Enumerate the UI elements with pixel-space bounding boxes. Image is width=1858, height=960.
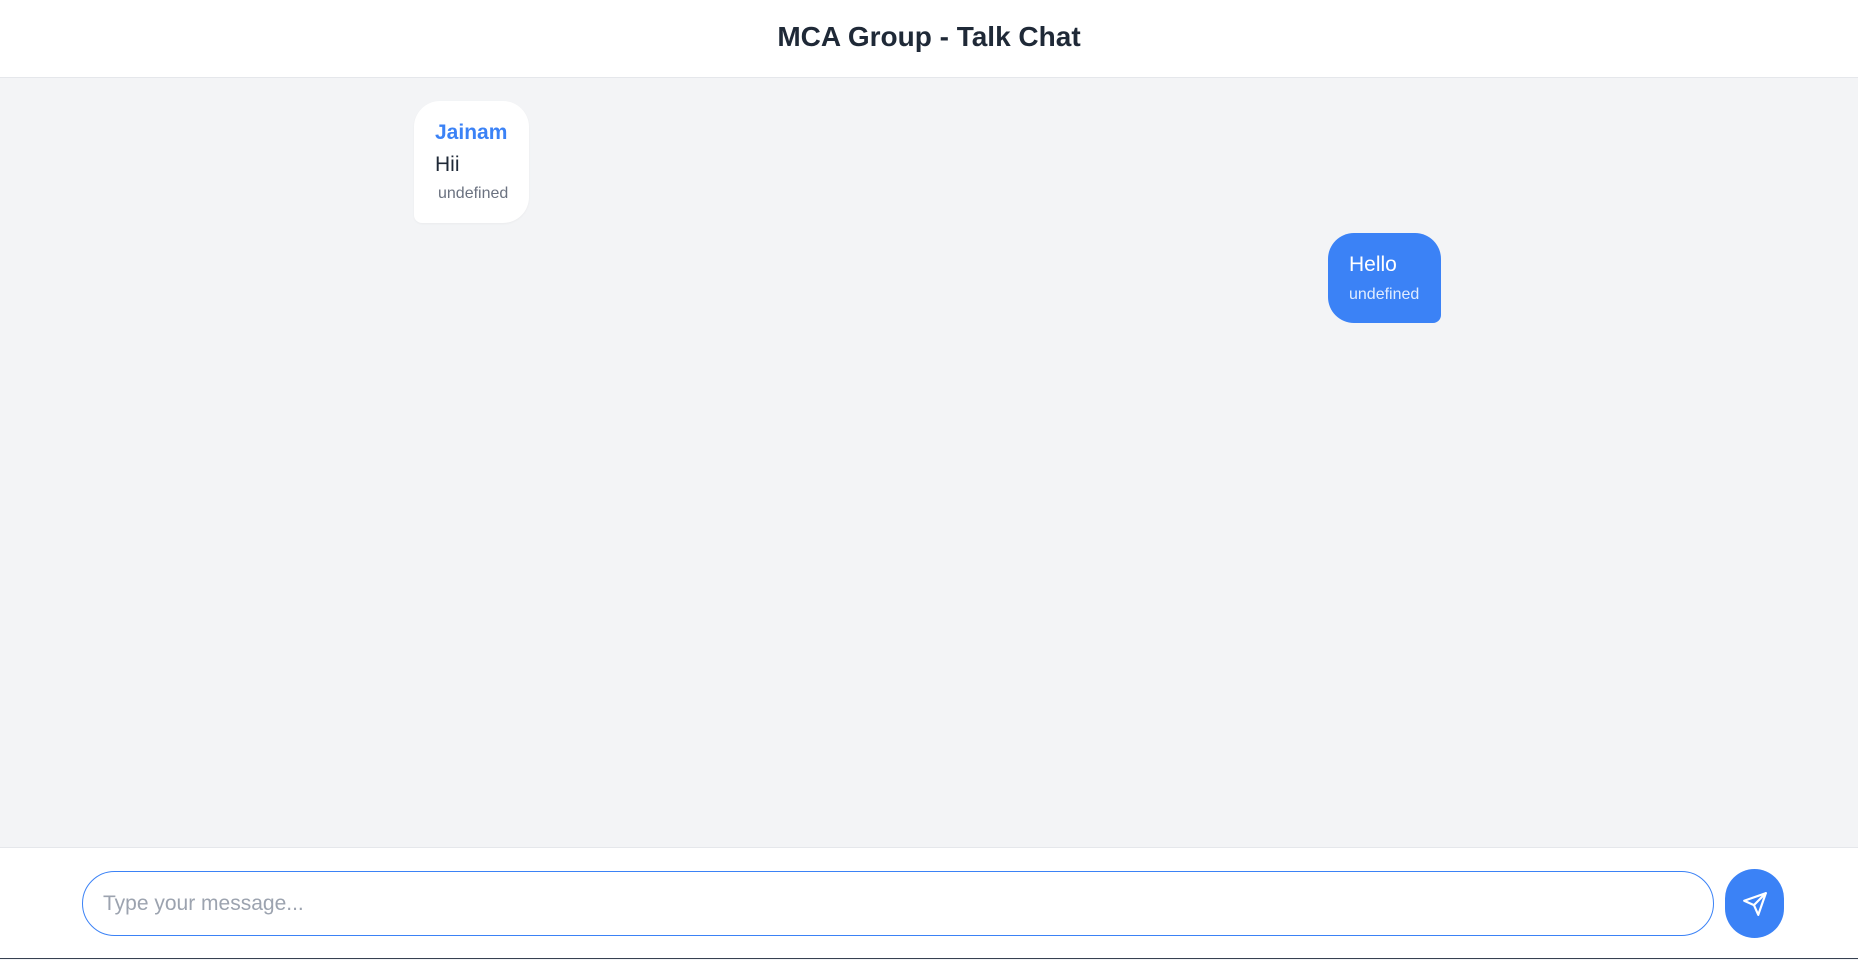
message-timestamp: undefined xyxy=(1349,286,1420,303)
message-composer xyxy=(0,847,1858,959)
page-title: MCA Group - Talk Chat xyxy=(777,20,1081,52)
sender-name: Jainam xyxy=(435,121,508,144)
message-timestamp: undefined xyxy=(438,185,509,202)
send-icon xyxy=(1742,891,1768,917)
message-list[interactable]: Jainam Hii undefined Hello undefined xyxy=(0,78,1858,847)
message-text: Hii xyxy=(435,153,460,176)
message-text: Hello xyxy=(1349,253,1397,276)
message-bubble-received: Jainam Hii undefined xyxy=(414,101,529,223)
send-button[interactable] xyxy=(1725,869,1784,938)
message-input[interactable] xyxy=(82,871,1714,936)
message-bubble-sent: Hello undefined xyxy=(1328,233,1441,323)
chat-header: MCA Group - Talk Chat xyxy=(0,0,1858,78)
